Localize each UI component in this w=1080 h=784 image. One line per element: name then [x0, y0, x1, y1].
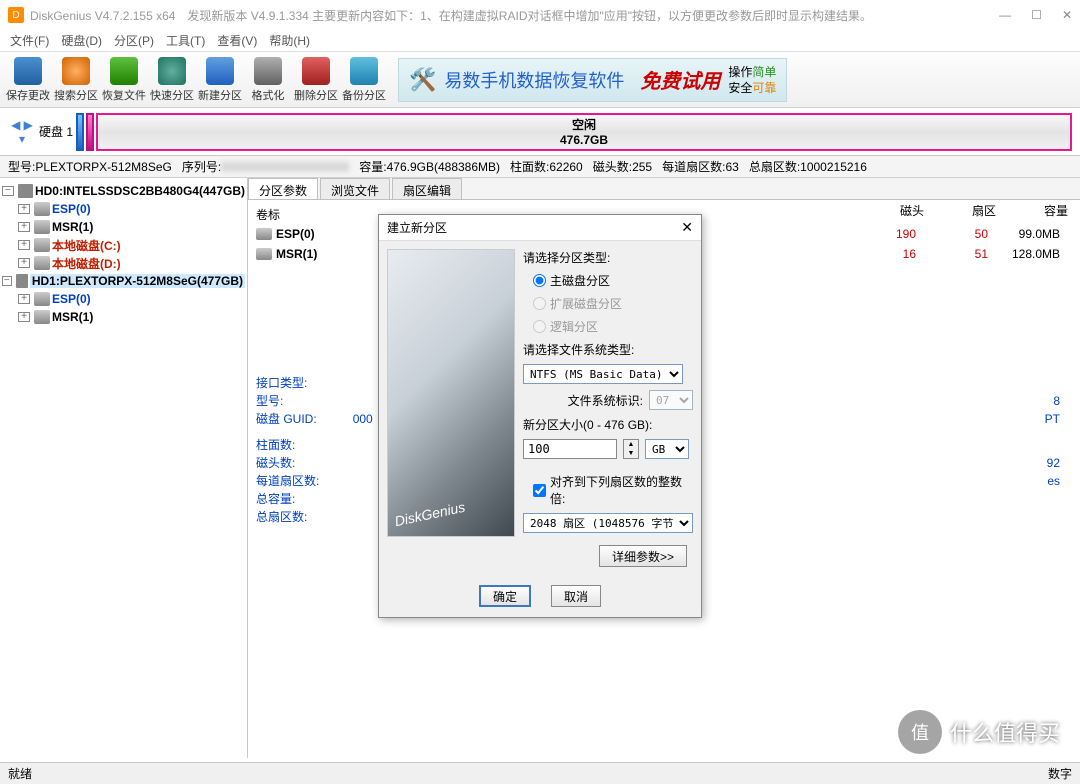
- app-logo-icon: D: [8, 7, 24, 23]
- quick-partition-button[interactable]: 快速分区: [148, 55, 196, 105]
- menu-help[interactable]: 帮助(H): [265, 30, 314, 51]
- watermark-icon: 值: [898, 710, 942, 754]
- size-unit-select[interactable]: GB: [645, 439, 689, 459]
- new-partition-button[interactable]: 新建分区: [196, 55, 244, 105]
- menu-partition[interactable]: 分区(P): [110, 30, 158, 51]
- menu-bar: 文件(F) 硬盘(D) 分区(P) 工具(T) 查看(V) 帮助(H): [0, 30, 1080, 52]
- window-titlebar: D DiskGenius V4.7.2.155 x64 发现新版本 V4.9.1…: [0, 0, 1080, 30]
- free-space-segment[interactable]: 空闲 476.7GB: [96, 113, 1072, 151]
- alignment-select[interactable]: 2048 扇区 (1048576 字节): [523, 513, 693, 533]
- menu-view[interactable]: 查看(V): [213, 30, 261, 51]
- disk-number-label: 硬盘 1: [36, 123, 76, 140]
- size-spinner[interactable]: ▲▼: [623, 439, 639, 459]
- status-bar: 就绪 数字: [0, 762, 1080, 784]
- tab-browse-files[interactable]: 浏览文件: [320, 178, 390, 199]
- disk-map-bar: ◀ ▶▾ 硬盘 1 空闲 476.7GB: [0, 108, 1080, 156]
- watermark-text: 什么值得买: [950, 716, 1060, 748]
- tree-partition[interactable]: +MSR(1): [2, 218, 245, 236]
- create-partition-dialog: 建立新分区 ✕ 请选择分区类型: 主磁盘分区 扩展磁盘分区 逻辑分区 请选择文件…: [378, 214, 702, 618]
- watermark: 值 什么值得买: [898, 710, 1060, 754]
- partition-segment-esp[interactable]: [76, 113, 84, 151]
- close-window-button[interactable]: ✕: [1062, 8, 1072, 22]
- search-partition-button[interactable]: 搜索分区: [52, 55, 100, 105]
- tree-partition[interactable]: +ESP(0): [2, 290, 245, 308]
- menu-file[interactable]: 文件(F): [6, 30, 53, 51]
- disk-info-bar: 型号:PLEXTORPX-512M8SeG 序列号:XXXXXXXXXXXXXX…: [0, 156, 1080, 178]
- dialog-titlebar[interactable]: 建立新分区 ✕: [379, 215, 701, 241]
- nav-arrows[interactable]: ◀ ▶▾: [8, 118, 36, 146]
- column-headers: 磁头扇区容量: [868, 202, 1068, 219]
- detail-params-button[interactable]: 详细参数>>: [599, 545, 687, 567]
- size-label: 新分区大小(0 - 476 GB):: [523, 416, 693, 433]
- partition-type-label: 请选择分区类型:: [523, 249, 693, 266]
- radio-primary[interactable]: 主磁盘分区: [523, 272, 693, 289]
- align-checkbox[interactable]: 对齐到下列扇区数的整数倍:: [523, 473, 693, 507]
- radio-extended[interactable]: 扩展磁盘分区: [523, 295, 693, 312]
- recover-files-button[interactable]: 恢复文件: [100, 55, 148, 105]
- window-title: DiskGenius V4.7.2.155 x64 发现新版本 V4.9.1.3…: [30, 7, 872, 24]
- fs-id-select[interactable]: 07: [649, 390, 693, 410]
- menu-tools[interactable]: 工具(T): [162, 30, 209, 51]
- tree-partition[interactable]: +MSR(1): [2, 308, 245, 326]
- status-right: 数字: [1048, 765, 1072, 782]
- save-changes-button[interactable]: 保存更改: [4, 55, 52, 105]
- tree-partition[interactable]: +本地磁盘(C:): [2, 236, 245, 254]
- menu-disk[interactable]: 硬盘(D): [57, 30, 106, 51]
- tree-partition[interactable]: +本地磁盘(D:): [2, 254, 245, 272]
- tree-partition[interactable]: +ESP(0): [2, 200, 245, 218]
- fs-type-label: 请选择文件系统类型:: [523, 341, 693, 358]
- backup-partition-button[interactable]: 备份分区: [340, 55, 388, 105]
- tab-sector-edit[interactable]: 扇区编辑: [392, 178, 462, 199]
- toolbar: 保存更改 搜索分区 恢复文件 快速分区 新建分区 格式化 删除分区 备份分区 🛠…: [0, 52, 1080, 108]
- fs-id-label: 文件系统标识:: [568, 392, 643, 409]
- delete-partition-button[interactable]: 删除分区: [292, 55, 340, 105]
- partition-size-input[interactable]: [523, 439, 617, 459]
- disk-tree[interactable]: −HD0:INTELSSDSC2BB480G4(447GB) +ESP(0) +…: [0, 178, 248, 758]
- dialog-title: 建立新分区: [387, 219, 447, 236]
- tab-partition-params[interactable]: 分区参数: [248, 178, 318, 199]
- partition-segment-msr[interactable]: [86, 113, 94, 151]
- filesystem-select[interactable]: NTFS (MS Basic Data): [523, 364, 683, 384]
- ok-button[interactable]: 确定: [479, 585, 531, 607]
- minimize-button[interactable]: —: [999, 8, 1011, 22]
- tree-disk-hd1[interactable]: −HD1:PLEXTORPX-512M8SeG(477GB): [2, 272, 245, 290]
- format-button[interactable]: 格式化: [244, 55, 292, 105]
- cancel-button[interactable]: 取消: [551, 585, 601, 607]
- tabs: 分区参数 浏览文件 扇区编辑: [248, 178, 1080, 200]
- ad-banner[interactable]: 🛠️ 易数手机数据恢复软件 免费试用 操作简单安全可靠: [398, 58, 787, 102]
- status-left: 就绪: [8, 765, 32, 782]
- maximize-button[interactable]: ☐: [1031, 8, 1042, 22]
- dialog-hero-image: [387, 249, 515, 537]
- radio-logical[interactable]: 逻辑分区: [523, 318, 693, 335]
- dialog-close-button[interactable]: ✕: [681, 219, 693, 236]
- tree-disk-hd0[interactable]: −HD0:INTELSSDSC2BB480G4(447GB): [2, 182, 245, 200]
